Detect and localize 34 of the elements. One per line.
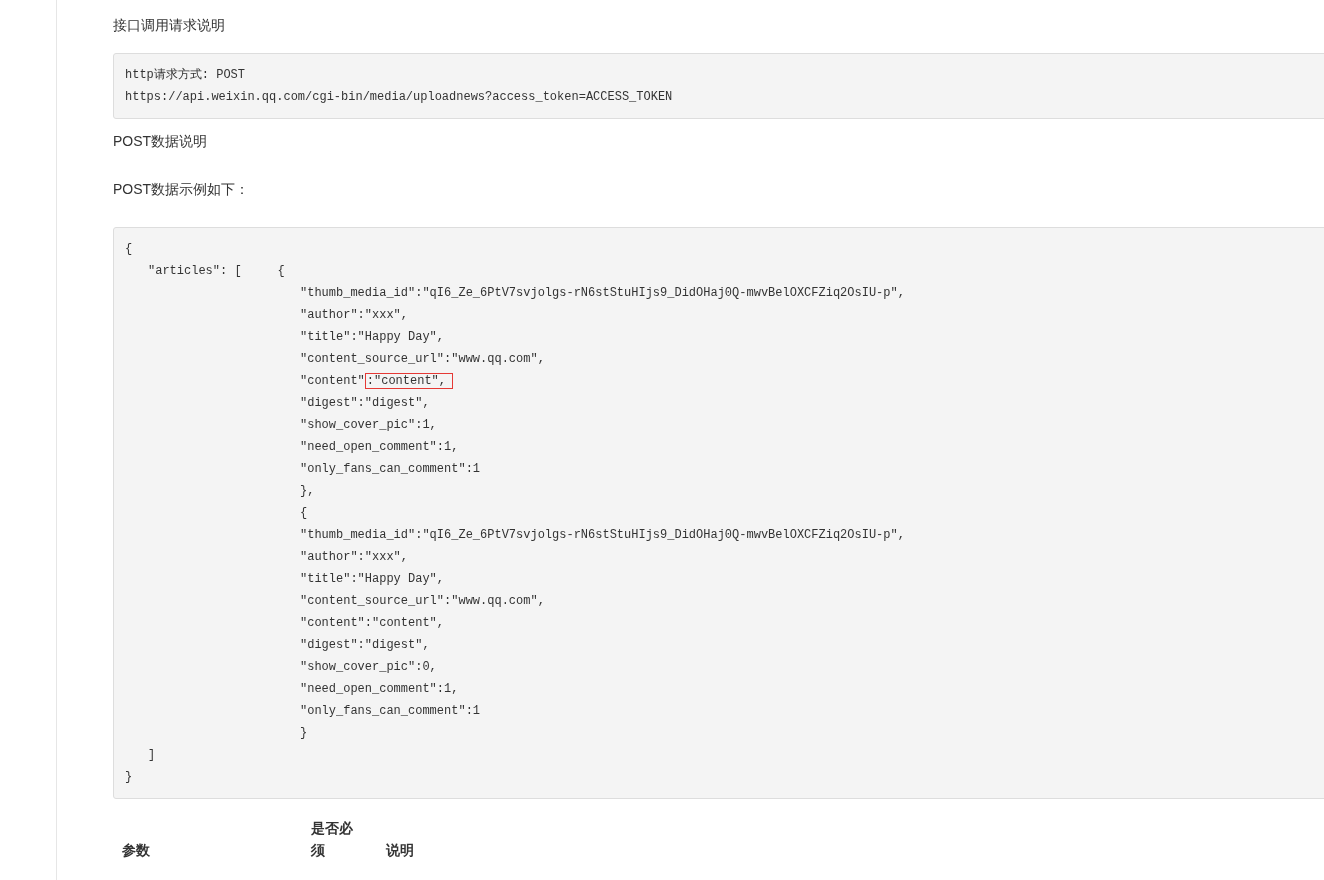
- code-line: "content": [300, 374, 365, 388]
- code-line: "content":"content",: [300, 616, 445, 630]
- code-line: "show_cover_pic":0,: [300, 660, 437, 674]
- code-line: "only_fans_can_comment":1: [300, 462, 481, 476]
- code-line: {: [300, 506, 308, 520]
- code-line: http请求方式: POST: [125, 68, 245, 82]
- section-heading: 接口调用请求说明: [113, 16, 226, 35]
- code-line: https://api.weixin.qq.com/cgi-bin/media/uploadnews?access_token=ACCESS_TOKEN: [125, 90, 673, 104]
- code-line: "only_fans_can_comment":1: [300, 704, 481, 718]
- section-heading: POST数据示例如下：: [113, 180, 251, 199]
- code-line: ]: [148, 748, 156, 762]
- code-line: "articles": [ {: [148, 264, 285, 278]
- code-line: "author":"xxx",: [300, 550, 409, 564]
- code-line: "need_open_comment":1,: [300, 440, 459, 454]
- code-line: "title":"Happy Day",: [300, 572, 445, 586]
- code-line: "content_source_url":"www.qq.com",: [300, 352, 545, 366]
- highlight-box: :"content",: [364, 373, 454, 389]
- column-header: 是否必须: [311, 819, 354, 860]
- code-line: "digest":"digest",: [300, 396, 430, 410]
- column-header: 说明: [386, 841, 415, 860]
- code-line: }: [125, 770, 133, 784]
- code-line: "author":"xxx",: [300, 308, 409, 322]
- code-line: "thumb_media_id":"qI6_Ze_6PtV7svjolgs-rN6stStuHIjs9_DidOHaj0Q-mwvBelOXCFZiq2OsIU-p",: [300, 528, 905, 542]
- code-line: "show_cover_pic":1,: [300, 418, 437, 432]
- code-line: },: [300, 484, 315, 498]
- column-header: 参数: [122, 841, 151, 860]
- code-line: "content_source_url":"www.qq.com",: [300, 594, 545, 608]
- code-line: }: [300, 726, 308, 740]
- code-line: {: [125, 242, 133, 256]
- section-heading: POST数据说明: [113, 132, 209, 151]
- code-line: "need_open_comment":1,: [300, 682, 459, 696]
- code-line: "thumb_media_id":"qI6_Ze_6PtV7svjolgs-rN6stStuHIjs9_DidOHaj0Q-mwvBelOXCFZiq2OsIU-p",: [300, 286, 905, 300]
- code-line: "title":"Happy Day",: [300, 330, 445, 344]
- code-line: "digest":"digest",: [300, 638, 430, 652]
